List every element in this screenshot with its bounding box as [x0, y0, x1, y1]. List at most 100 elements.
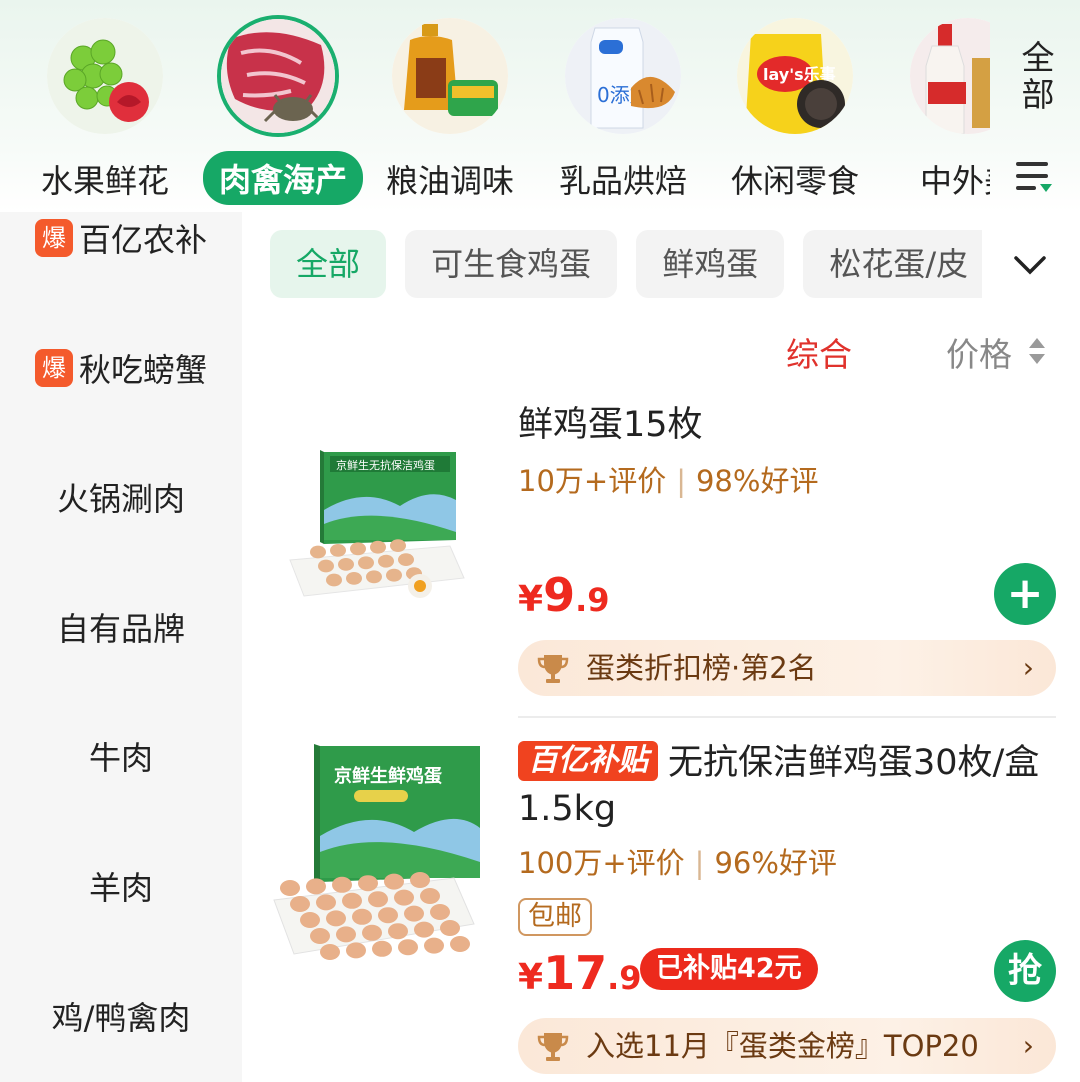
egg — [352, 908, 372, 925]
box-brand-text: 京鲜生鲜鸡蛋 — [334, 765, 442, 787]
product-image[interactable]: 京鲜生无抗保洁鸡蛋 — [280, 440, 470, 614]
subsidy-amount-badge: 已补贴42元 — [640, 948, 818, 990]
category-label: 肉禽海产 — [203, 151, 364, 205]
add-to-cart-button[interactable]: + — [994, 563, 1056, 625]
subsidy-tag: 百亿补贴 — [518, 741, 658, 781]
filter-chip-fresh-eggs[interactable]: 鲜鸡蛋 — [636, 230, 785, 298]
category-grain-oil[interactable]: 粮油调味 — [375, 18, 525, 202]
sort-price[interactable]: 价格 — [946, 328, 1012, 376]
sidebar-item-label: 牛肉 — [88, 739, 153, 777]
egg — [316, 894, 336, 911]
filter-chips: 全部 可生食鸡蛋 鲜鸡蛋 松花蛋/皮 — [270, 230, 982, 300]
sidebar-item-hotpot[interactable]: 火锅涮肉 — [0, 467, 242, 527]
rank-text: 蛋类折扣榜·第2名 — [586, 651, 817, 685]
sidebar-item-poultry[interactable]: 鸡/鸭禽肉 — [0, 986, 242, 1046]
egg — [342, 892, 362, 909]
sidebar-item-label: 羊肉 — [88, 869, 153, 907]
egg — [372, 940, 392, 957]
product-divider — [518, 716, 1056, 718]
egg — [336, 926, 356, 943]
hot-badge: 爆 — [34, 219, 73, 257]
egg — [358, 875, 378, 892]
good-rate: 96%好评 — [714, 846, 837, 880]
price-decimal: .9 — [607, 959, 642, 997]
product-title[interactable]: 鲜鸡蛋15枚 — [518, 402, 703, 448]
grain-oil-icon — [392, 18, 508, 134]
category-snacks[interactable]: lay's乐事 休闲零食 — [720, 18, 870, 202]
sidebar-item-label: 火锅涮肉 — [56, 480, 185, 518]
chevron-right-icon: › — [1022, 651, 1034, 684]
liquor-icon — [910, 18, 990, 134]
egg — [398, 553, 414, 566]
product-rating: 10万+评价 | 98%好评 — [518, 464, 819, 498]
category-dairy-bakery[interactable]: 0添加 乳品烘焙 — [548, 18, 698, 202]
box-brand-text: 京鲜生无抗保洁鸡蛋 — [336, 458, 435, 472]
egg — [384, 873, 404, 890]
category-fruit-flower[interactable]: 水果鲜花 — [30, 18, 180, 202]
grab-button[interactable]: 抢 — [994, 940, 1056, 1002]
egg — [430, 904, 450, 920]
egg — [420, 888, 440, 904]
free-shipping-badge: 包邮 — [518, 898, 592, 936]
price-integer: 9 — [543, 568, 576, 622]
egg — [350, 542, 366, 556]
good-rate: 98%好评 — [695, 464, 819, 498]
category-label: 中外美 — [919, 162, 990, 200]
category-label: 休闲零食 — [730, 162, 859, 200]
egg — [290, 896, 310, 912]
egg — [390, 539, 406, 552]
egg — [332, 876, 352, 893]
sidebar-item-nongbu[interactable]: 爆 百亿农补 — [0, 208, 242, 268]
egg — [326, 910, 346, 927]
egg — [320, 944, 340, 960]
rank-banner[interactable]: 蛋类折扣榜·第2名 › — [518, 640, 1056, 696]
sort-comprehensive[interactable]: 综合 — [786, 328, 852, 376]
sort-arrows-icon[interactable] — [1028, 336, 1046, 366]
sidebar-item-own-brand[interactable]: 自有品牌 — [0, 597, 242, 657]
review-count: 10万+评价 — [518, 464, 667, 498]
category-label: 粮油调味 — [385, 162, 514, 200]
trophy-icon — [537, 1033, 569, 1061]
hot-badge: 爆 — [34, 349, 73, 387]
category-label: 水果鲜花 — [40, 162, 169, 200]
egg — [310, 545, 326, 559]
filter-chip-all[interactable]: 全部 — [270, 230, 387, 298]
egg — [378, 554, 394, 568]
sidebar-item-crab[interactable]: 爆 秋吃螃蟹 — [0, 338, 242, 398]
egg — [414, 921, 434, 938]
sidebar-item-beef[interactable]: 牛肉 — [0, 726, 242, 786]
category-label: 乳品烘焙 — [558, 162, 687, 200]
fruit-flower-icon — [47, 18, 163, 134]
egg — [386, 568, 402, 582]
category-strip: 水果鲜花 肉禽海产 粮油调味 0添加 乳品烘焙 lay's乐事 休闲零食 中外 … — [0, 0, 1080, 212]
product-price: ¥17.9 — [518, 946, 642, 1000]
egg — [366, 570, 382, 584]
all-categories-button[interactable]: 全部 — [1000, 40, 1070, 123]
product-rating: 100万+评价 | 96%好评 — [518, 846, 837, 880]
filter-chip-preserved-eggs[interactable]: 松花蛋/皮 — [803, 230, 982, 298]
egg — [378, 907, 398, 924]
chevron-down-icon[interactable] — [1012, 250, 1048, 280]
egg — [338, 558, 354, 571]
egg — [306, 878, 326, 895]
egg — [346, 942, 366, 959]
egg — [450, 936, 470, 952]
rank-banner[interactable]: 入选11月『蛋类金榜』TOP20 › — [518, 1018, 1056, 1074]
egg — [346, 572, 362, 585]
filter-chip-raw-eggs[interactable]: 可生食鸡蛋 — [405, 230, 618, 298]
category-meat-seafood[interactable]: 肉禽海产 — [203, 15, 364, 205]
product-image[interactable]: 京鲜生鲜鸡蛋 — [270, 740, 490, 974]
product-title[interactable]: 百亿补贴 无抗保洁鲜鸡蛋30枚/盒1.5kg — [518, 740, 1048, 832]
sidebar-item-lamb[interactable]: 羊肉 — [0, 856, 242, 916]
egg — [424, 937, 444, 954]
category-liquor[interactable]: 中外美 — [893, 18, 990, 202]
egg — [318, 559, 334, 573]
menu-filter-icon[interactable] — [1014, 158, 1054, 194]
meat-seafood-icon — [217, 15, 339, 137]
egg — [370, 540, 386, 554]
price-currency: ¥ — [518, 579, 544, 620]
egg — [310, 928, 330, 944]
egg — [280, 880, 300, 896]
egg — [330, 544, 346, 557]
egg — [410, 872, 430, 888]
